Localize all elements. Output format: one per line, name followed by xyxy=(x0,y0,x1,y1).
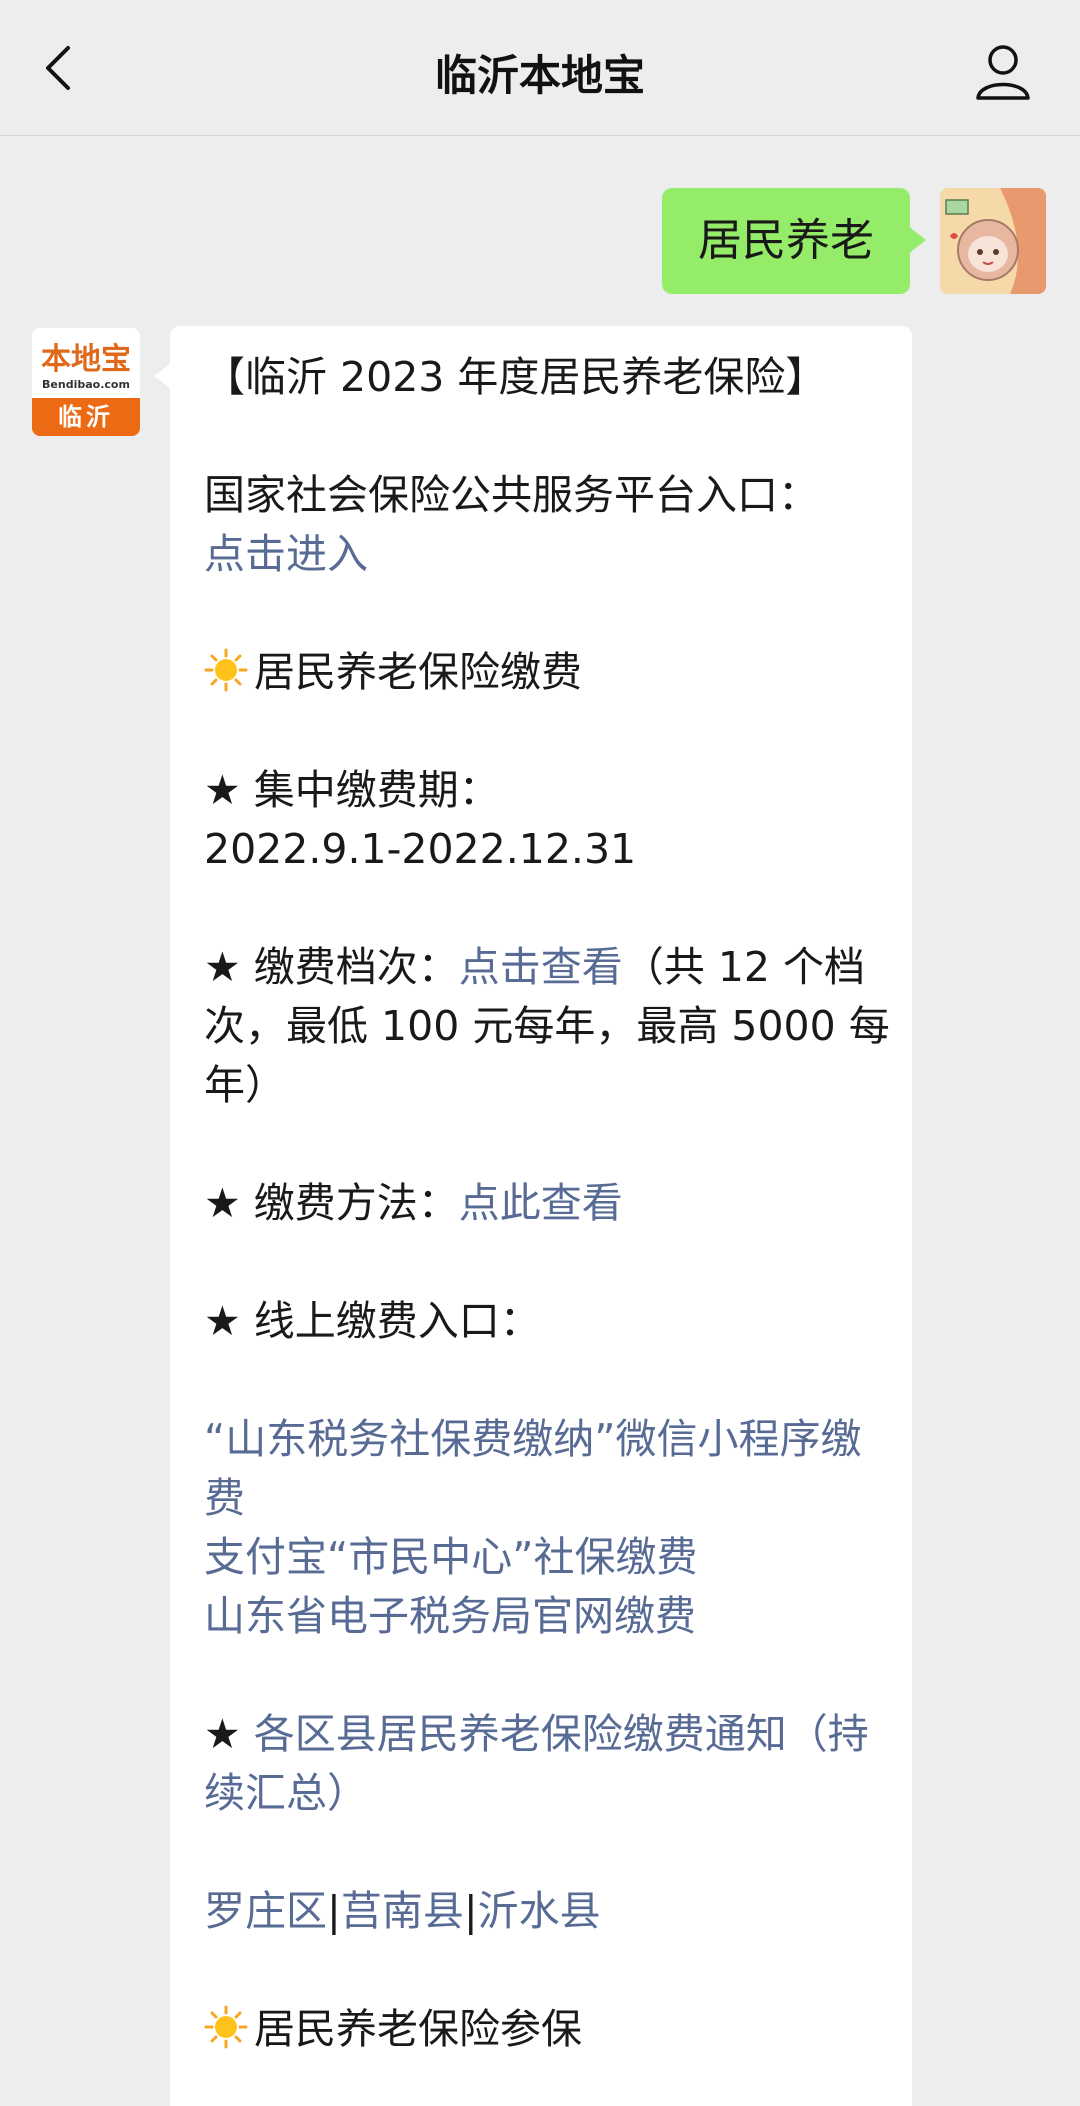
user-message-bubble[interactable]: 居民养老 xyxy=(662,188,926,294)
logo-url: Bendibao.com xyxy=(42,378,130,391)
logo-city: 临沂 xyxy=(32,398,140,436)
cartoon-avatar-icon xyxy=(940,188,1046,294)
method-label: ★ 缴费方法： xyxy=(204,1179,459,1227)
method-link[interactable]: 点此查看 xyxy=(459,1179,623,1227)
user-message-text: 居民养老 xyxy=(698,215,874,266)
notice-star: ★ xyxy=(204,1710,254,1758)
bot-avatar[interactable]: 本地宝 Bendibao.com 临沂 xyxy=(32,328,140,436)
levels-label: ★ 缴费档次： xyxy=(204,943,459,991)
page-title: 临沂本地宝 xyxy=(434,51,645,100)
notice-link[interactable]: 各区县居民养老保险缴费通知（持续汇总） xyxy=(204,1710,869,1817)
method-row: ★ 缴费方法：点此查看 xyxy=(204,1174,894,1233)
bot-message-bubble: 【临沂 2023 年度居民养老保险】 国家社会保险公共服务平台入口： 点击进入 … xyxy=(154,326,912,2106)
levels-row: ★ 缴费档次：点击查看（共 12 个档次，最低 100 元每年，最高 5000 … xyxy=(204,938,894,1115)
sun-icon xyxy=(204,2005,248,2049)
payment-heading-row: 居民养老保险缴费 xyxy=(204,643,894,702)
online-link-alipay[interactable]: 支付宝“市民中心”社保缴费 xyxy=(204,1533,697,1581)
levels-link[interactable]: 点击查看 xyxy=(459,943,623,991)
district-separator: | xyxy=(463,1887,478,1935)
logo-text: 本地宝 xyxy=(41,342,131,377)
person-icon[interactable] xyxy=(970,38,1036,104)
platform-label: 国家社会保险公共服务平台入口： xyxy=(204,471,819,519)
notice-row: ★ 各区县居民养老保险缴费通知（持续汇总） xyxy=(204,1705,894,1823)
district-link-yishui[interactable]: 沂水县 xyxy=(478,1887,601,1935)
district-link-junan[interactable]: 莒南县 xyxy=(341,1887,464,1935)
nav-bar: 临沂本地宝 xyxy=(0,0,1080,136)
enroll-heading: 居民养老保险参保 xyxy=(254,2005,582,2053)
enroll-heading-row: 居民养老保险参保 xyxy=(204,2000,894,2059)
districts-row: 罗庄区|莒南县|沂水县 xyxy=(204,1882,894,1941)
sun-icon xyxy=(204,648,248,692)
online-link-wechat[interactable]: “山东税务社保费缴纳”微信小程序缴费 xyxy=(204,1415,861,1522)
bot-message-content: 【临沂 2023 年度居民养老保险】 国家社会保险公共服务平台入口： 点击进入 … xyxy=(204,348,894,2059)
online-link-tax-bureau[interactable]: 山东省电子税务局官网缴费 xyxy=(204,1592,696,1640)
online-label: ★ 线上缴费入口： xyxy=(204,1297,541,1345)
period-label: ★ 集中缴费期： xyxy=(204,766,500,814)
district-separator: | xyxy=(327,1887,341,1935)
period-value: 2022.9.1-2022.12.31 xyxy=(204,825,637,873)
payment-heading: 居民养老保险缴费 xyxy=(254,648,582,696)
message-title: 【临沂 2023 年度居民养老保险】 xyxy=(204,353,827,401)
platform-link[interactable]: 点击进入 xyxy=(204,530,368,578)
district-link-luozhuang[interactable]: 罗庄区 xyxy=(204,1887,327,1935)
user-avatar[interactable] xyxy=(940,188,1046,294)
